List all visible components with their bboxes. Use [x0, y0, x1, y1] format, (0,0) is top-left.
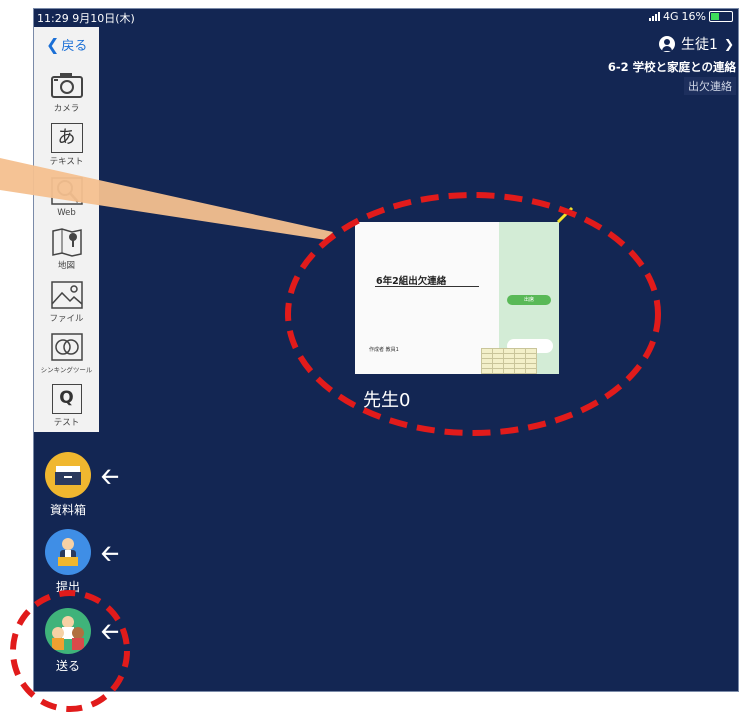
dashed-highlight-circle [10, 590, 130, 712]
annotation-overlay [0, 158, 661, 712]
dashed-highlight-circle [285, 192, 661, 436]
pointer-beam [0, 158, 333, 240]
